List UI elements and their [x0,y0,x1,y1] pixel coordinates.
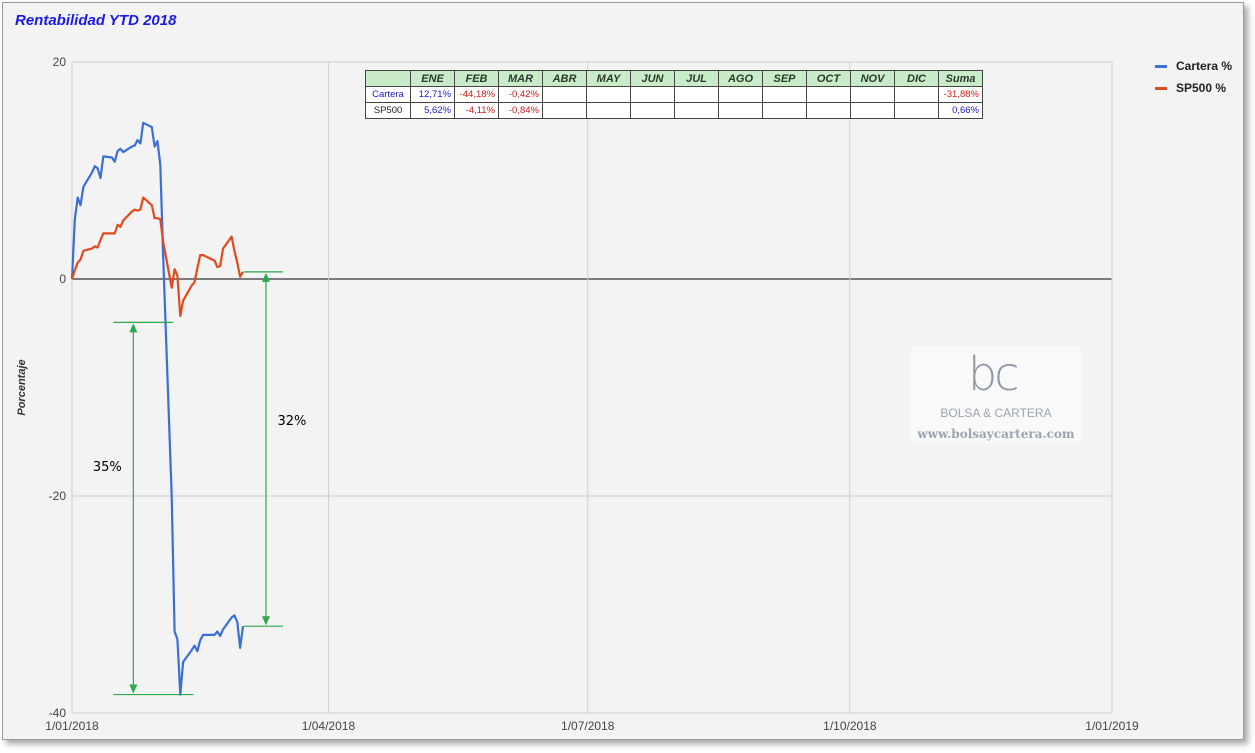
x-tick-label: 1/10/2018 [823,719,877,733]
y-tick-label: 0 [59,272,66,286]
table-cell: -4,11% [454,102,499,119]
watermark: bc BOLSA & CARTERA www.bolsaycartera.com [911,347,1081,443]
legend-label-sp500: SP500 % [1176,81,1227,95]
legend-label-cartera: Cartera % [1176,59,1233,73]
table-header-row: ENE FEB MAR ABR MAY JUN JUL AGO SEP OCT NOV DIC Suma [365,70,983,87]
table-cell [762,86,807,103]
monthly-returns-table: ENE FEB MAR ABR MAY JUN JUL AGO SEP OCT NOV DIC Suma… [365,70,983,119]
table-cell [674,86,719,103]
table-cell [806,86,851,103]
table-cell [542,102,587,119]
table-header-oct: OCT [806,70,851,87]
table-row-label: SP500 [365,102,411,119]
series-line-sp500 [70,196,244,317]
table-header-jun: JUN [630,70,675,87]
table-corner-cell [365,70,411,87]
table-cell [850,86,895,103]
table-cell: -31,88% [938,86,983,103]
table-header-jul: JUL [674,70,719,87]
annotation-layer: 35% 32% [93,271,307,696]
brand-name: BOLSA & CARTERA [940,406,1052,420]
legend-item-cartera[interactable]: Cartera % [1155,55,1232,77]
x-tick-label: 1/01/2019 [1085,719,1139,733]
table-cell [762,102,807,119]
legend-swatch-cartera [1155,64,1167,68]
annotation-label: 32% [278,414,307,429]
annotation-32pct: 32% [243,271,307,627]
annotation-arrow-top [261,272,270,282]
table-cell [674,102,719,119]
annotation-label: 35% [93,460,122,475]
y-tick-label: -40 [49,706,67,720]
table-header-may: MAY [586,70,631,87]
table-header-ene: ENE [410,70,455,87]
legend: Cartera % SP500 % [1155,55,1232,99]
table-header-feb: FEB [454,70,499,87]
table-header-mar: MAR [498,70,543,87]
series-line-cartera [70,121,245,696]
table-cell [718,102,763,119]
table-header-abr: ABR [542,70,587,87]
x-tick-label: 1/07/2018 [561,719,615,733]
table-cell [718,86,763,103]
annotation-arrow-top [129,323,138,333]
y-axis-label: Porcentaje [16,359,28,415]
table-header-nov: NOV [850,70,895,87]
table-cell [630,102,675,119]
table-cell: 5,62% [410,102,455,119]
y-tick-label: -20 [49,489,67,503]
table-row: Cartera 12,71% -44,18% -0,42% -31,88% [365,86,983,103]
legend-item-sp500[interactable]: SP500 % [1155,77,1232,99]
table-cell [806,102,851,119]
table-cell: -44,18% [454,86,499,103]
table-header-dic: DIC [894,70,939,87]
table-header-ago: AGO [718,70,763,87]
brand-url: www.bolsaycartera.com [917,427,1075,441]
table-header-sep: SEP [762,70,807,87]
series-layer [70,121,245,696]
table-cell: 12,71% [410,86,455,103]
legend-swatch-sp500 [1155,86,1167,90]
x-tick-label: 1/04/2018 [302,719,356,733]
table-cell [894,86,939,103]
table-cell [586,102,631,119]
table-cell [850,102,895,119]
annotation-arrow-bottom [261,616,270,626]
y-tick-label: 20 [53,55,67,69]
table-header-suma: Suma [938,70,983,87]
table-cell: 0,66% [938,102,983,119]
annotation-arrow-bottom [129,684,138,694]
table-cell: -0,84% [498,102,543,119]
x-tick-label: 1/01/2018 [45,719,99,733]
table-row-label: Cartera [365,86,411,103]
table-cell [586,86,631,103]
brand-logo: bc [968,347,1019,401]
table-row: SP500 5,62% -4,11% -0,84% 0,66% [365,102,983,119]
table-cell [630,86,675,103]
table-cell: -0,42% [498,86,543,103]
table-cell [542,86,587,103]
table-cell [894,102,939,119]
